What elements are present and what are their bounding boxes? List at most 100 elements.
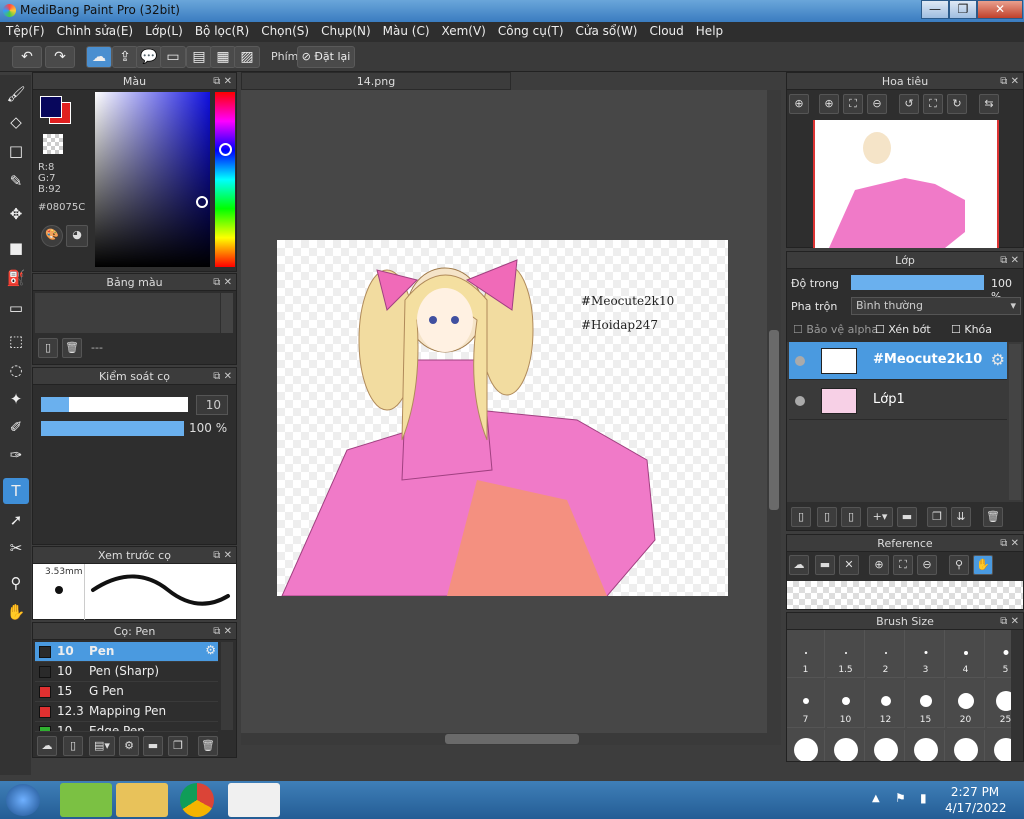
- brush-size-cell[interactable]: [907, 730, 945, 761]
- palette-swatch-area[interactable]: [35, 293, 220, 333]
- menu-help[interactable]: Help: [690, 22, 729, 40]
- brush-opacity-slider[interactable]: [41, 421, 184, 436]
- network-icon[interactable]: ⚑: [895, 791, 906, 805]
- maximize-button[interactable]: ❐: [949, 0, 977, 19]
- reset-view-icon[interactable]: ⛶: [923, 94, 943, 114]
- duplicate-layer-icon[interactable]: ❐: [927, 507, 947, 527]
- brush-size-cell[interactable]: 2: [867, 630, 905, 678]
- file-explorer-icon[interactable]: [116, 783, 168, 817]
- transparent-color-swatch[interactable]: [43, 134, 63, 154]
- blend-mode-select[interactable]: Bình thường ▾: [851, 297, 1021, 315]
- brush-size-cell[interactable]: 15: [907, 680, 945, 728]
- menu-window[interactable]: Cửa sổ(W): [570, 22, 644, 40]
- layer-item[interactable]: #Meocute2k10 ⚙: [789, 342, 1007, 380]
- panel-close-icon[interactable]: ⧉ ✕: [1000, 252, 1019, 269]
- panel-close-icon[interactable]: ⧉ ✕: [213, 274, 232, 291]
- brush-size-cell[interactable]: [827, 730, 865, 761]
- canvas-tab[interactable]: 14.png: [241, 72, 511, 90]
- comment-icon[interactable]: ▭: [160, 46, 186, 68]
- zoom-out-icon[interactable]: ⊖: [867, 94, 887, 114]
- brush-size-scrollbar[interactable]: [1011, 630, 1023, 761]
- new-brush-icon[interactable]: ▯: [63, 736, 83, 756]
- vertical-scrollbar-thumb[interactable]: [769, 330, 779, 510]
- fit-screen-icon[interactable]: ⛶: [843, 94, 863, 114]
- brush-size-cell[interactable]: 3: [907, 630, 945, 678]
- menu-layer[interactable]: Lớp(L): [139, 22, 189, 40]
- brush-size-cell[interactable]: 10: [827, 680, 865, 728]
- panel-close-icon[interactable]: ⧉ ✕: [1000, 613, 1019, 630]
- panel-close-icon[interactable]: ⧉ ✕: [213, 623, 232, 640]
- vertical-scrollbar[interactable]: [767, 90, 781, 745]
- magic-wand-tool-icon[interactable]: ✦: [3, 386, 29, 412]
- horizontal-scrollbar[interactable]: [241, 733, 781, 745]
- brush-size-cell[interactable]: 12: [867, 680, 905, 728]
- minimize-button[interactable]: —: [921, 0, 949, 19]
- move-tool-icon[interactable]: ✥: [3, 201, 29, 227]
- select-pen-tool-icon[interactable]: ✐: [3, 414, 29, 440]
- brush-item-mapping-pen[interactable]: 12.3 Mapping Pen: [35, 702, 218, 722]
- brush-size-cell[interactable]: 1: [787, 630, 825, 678]
- panel-close-icon[interactable]: ⧉ ✕: [213, 368, 232, 385]
- zoom-out-icon[interactable]: ⊖: [917, 555, 937, 575]
- panel-layout-icon[interactable]: ▦: [210, 46, 236, 68]
- medibang-icon[interactable]: [228, 783, 280, 817]
- gear-icon[interactable]: ⚙: [991, 350, 1005, 369]
- hue-slider-handle[interactable]: [219, 143, 232, 156]
- new-palette-icon[interactable]: ▯: [38, 338, 58, 358]
- menu-color[interactable]: Màu (C): [377, 22, 436, 40]
- zoom-in-icon[interactable]: ⊕: [789, 94, 809, 114]
- panel-close-icon[interactable]: ⧉ ✕: [213, 547, 232, 564]
- rectangle-tool-icon[interactable]: □: [3, 138, 29, 164]
- dot-pen-tool-icon[interactable]: ✎: [3, 168, 29, 194]
- chrome-icon[interactable]: [180, 783, 214, 817]
- horizontal-scrollbar-thumb[interactable]: [445, 734, 579, 744]
- divide-tool-icon[interactable]: ✂: [3, 535, 29, 561]
- menu-filter[interactable]: Bộ lọc(R): [189, 22, 255, 40]
- saturation-value-picker[interactable]: [95, 92, 210, 267]
- duplicate-icon[interactable]: ❐: [168, 736, 188, 756]
- brush-item-pen-sharp[interactable]: 10 Pen (Sharp): [35, 662, 218, 682]
- reference-view[interactable]: [787, 581, 1023, 609]
- lasso-tool-icon[interactable]: ◌: [3, 357, 29, 383]
- brush-item-g-pen[interactable]: 15 G Pen: [35, 682, 218, 702]
- eyedropper-icon[interactable]: ⚲: [949, 555, 969, 575]
- close-button[interactable]: ✕: [977, 0, 1023, 19]
- menu-tools[interactable]: Công cụ(T): [492, 22, 570, 40]
- menu-file[interactable]: Tệp(F): [0, 22, 51, 40]
- brush-tool-icon[interactable]: 🖌: [3, 81, 29, 107]
- brush-size-cell[interactable]: [947, 730, 985, 761]
- lock-checkbox[interactable]: ☐ Khóa: [951, 323, 992, 336]
- clock[interactable]: 2:27 PM 4/17/2022: [945, 784, 1007, 816]
- brush-size-input[interactable]: 10: [196, 395, 228, 415]
- delete-brush-icon[interactable]: 🗑: [198, 736, 218, 756]
- bucket-tool-icon[interactable]: ⛽: [3, 265, 29, 291]
- brush-size-cell[interactable]: 4: [947, 630, 985, 678]
- brush-size-cell[interactable]: 1.5: [827, 630, 865, 678]
- menu-snap[interactable]: Chụp(N): [315, 22, 377, 40]
- taskbar-app-icon[interactable]: [60, 783, 112, 817]
- panel-close-icon[interactable]: ⧉ ✕: [213, 73, 232, 90]
- text-tool-icon[interactable]: T: [3, 478, 29, 504]
- new-1bit-layer-icon[interactable]: ▯: [841, 507, 861, 527]
- cloud-download-icon[interactable]: ☁: [37, 736, 57, 756]
- merge-layer-icon[interactable]: ⇊: [951, 507, 971, 527]
- visibility-icon[interactable]: [795, 396, 805, 406]
- grid-edit-icon[interactable]: ▨: [234, 46, 260, 68]
- select-eraser-tool-icon[interactable]: ✑: [3, 442, 29, 468]
- open-folder-icon[interactable]: ▬: [815, 555, 835, 575]
- eraser-tool-icon[interactable]: ◇: [3, 109, 29, 135]
- brush-size-cell[interactable]: [867, 730, 905, 761]
- menu-cloud[interactable]: Cloud: [644, 22, 690, 40]
- cloud-icon[interactable]: ☁: [86, 46, 112, 68]
- cloud-download-icon[interactable]: ☁: [789, 555, 809, 575]
- reset-button[interactable]: ⊘ Đặt lại: [297, 46, 355, 68]
- protect-alpha-checkbox[interactable]: ☐ Bảo vệ alpha: [793, 323, 878, 336]
- canvas-text-meocute[interactable]: #Meocute2k10: [581, 294, 674, 308]
- sv-picker-handle[interactable]: [196, 196, 208, 208]
- hand-icon[interactable]: ✋: [973, 555, 993, 575]
- palette-edit-icon[interactable]: ◕: [66, 225, 88, 247]
- undo-icon[interactable]: ↶: [12, 46, 42, 68]
- delete-palette-icon[interactable]: 🗑: [62, 338, 82, 358]
- brush-list-scrollbar[interactable]: [221, 642, 233, 730]
- page-icon[interactable]: ▤: [186, 46, 212, 68]
